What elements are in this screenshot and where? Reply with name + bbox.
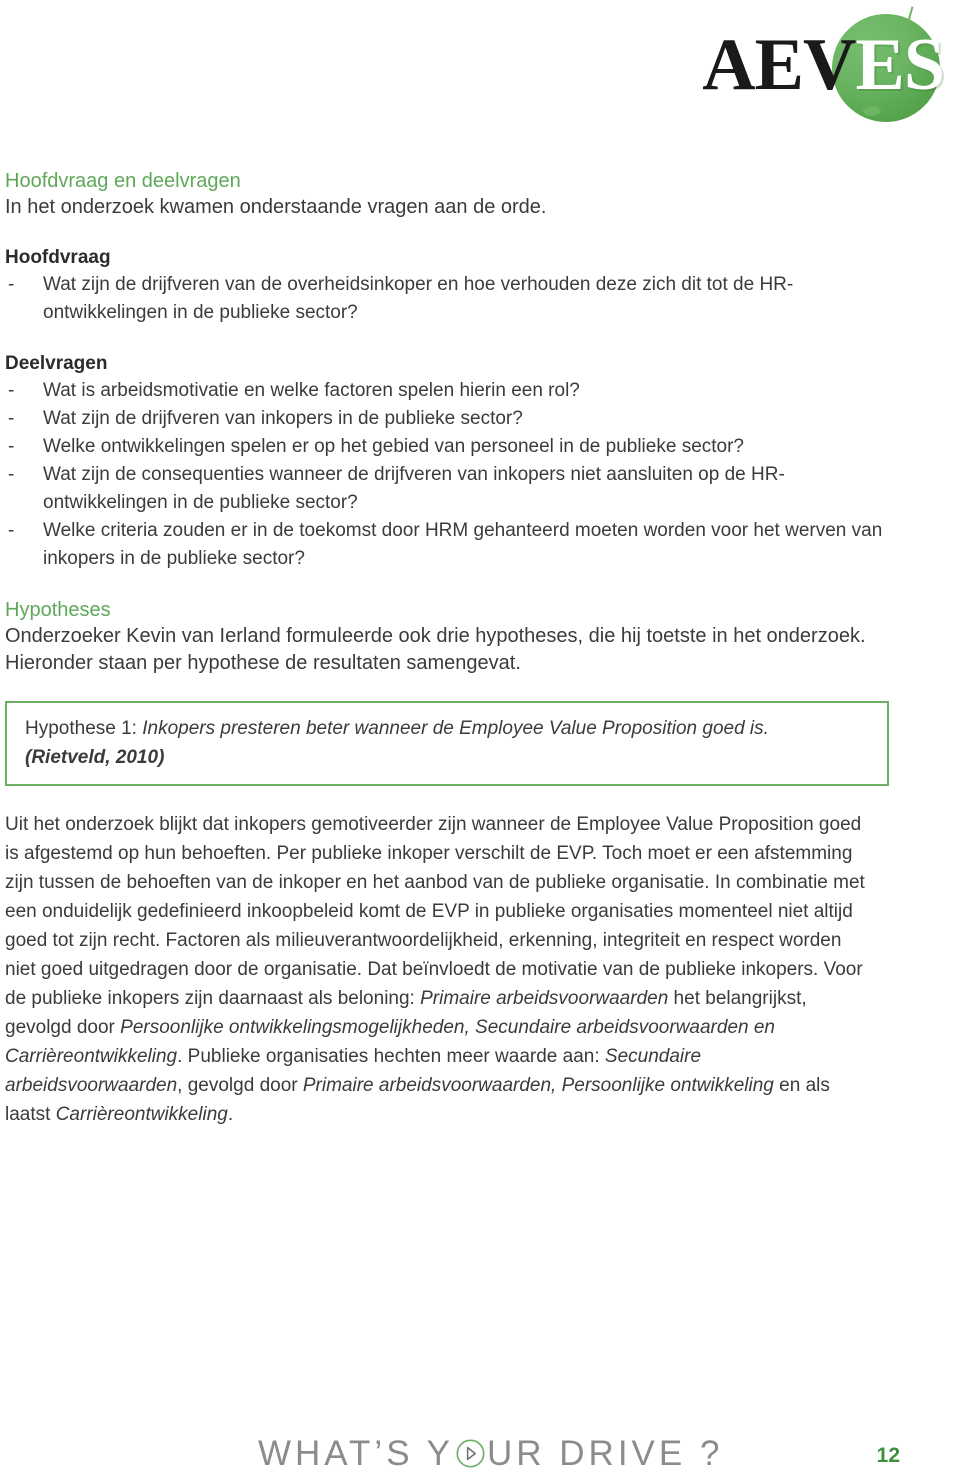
hypothesis-1-callout: Hypothese 1: Inkopers presteren beter wa…: [5, 701, 889, 786]
aeves-logo: AEVES: [672, 6, 952, 130]
document-content: Hoofdvraag en deelvragen In het onderzoe…: [5, 168, 893, 1129]
deelvragen-list: Wat is arbeidsmotivatie en welke factore…: [5, 377, 893, 573]
subheading-deelvragen: Deelvragen: [5, 353, 108, 374]
result-emphasis-1: Primaire arbeidsvoorwaarden: [420, 988, 669, 1009]
section-title-hypotheses: Hypotheses: [5, 599, 111, 621]
list-item: Welke ontwikkelingen spelen er op het ge…: [5, 433, 893, 461]
list-item: Wat zijn de drijfveren van de overheidsi…: [5, 271, 893, 327]
hypothesis-statement: Inkopers presteren beter wanneer de Empl…: [142, 718, 769, 739]
hypothesis-1-result-paragraph: Uit het onderzoek blijkt dat inkopers ge…: [5, 810, 865, 1129]
result-text-part-3: . Publieke organisaties hechten meer waa…: [177, 1046, 605, 1067]
logo-wordmark-light: ES: [855, 24, 945, 106]
hoofdvraag-list: Wat zijn de drijfveren van de overheidsi…: [5, 271, 893, 327]
logo-wordmark-dark: AEV: [702, 24, 856, 106]
logo-wordmark: AEVES: [702, 28, 945, 102]
subheading-hoofdvraag: Hoofdvraag: [5, 247, 111, 268]
section-title-hoofdvraag-en-deelvragen: Hoofdvraag en deelvragen: [5, 170, 241, 192]
tagline-after-icon-text: UR DRIVE ?: [487, 1434, 724, 1473]
hypothesis-citation: (Rietveld, 2010): [25, 747, 165, 768]
intro-line: In het onderzoek kwamen onderstaande vra…: [5, 196, 547, 218]
hypothesis-label: Hypothese 1:: [25, 718, 143, 739]
page-header: AEVES: [0, 0, 960, 150]
list-item: Wat zijn de consequenties wanneer de dri…: [5, 461, 893, 517]
page-footer: WHAT’S Y UR DRIVE ? 12: [0, 1412, 960, 1482]
list-item: Wat zijn de drijfveren van inkopers in d…: [5, 405, 893, 433]
footer-tagline: WHAT’S Y UR DRIVE ?: [258, 1434, 723, 1474]
result-text-part-1: Uit het onderzoek blijkt dat inkopers ge…: [5, 814, 865, 1009]
play-circle-icon: [455, 1438, 486, 1469]
hypotheses-intro: Onderzoeker Kevin van Ierland formuleerd…: [5, 625, 866, 674]
result-text-part-6: .: [227, 1104, 234, 1125]
page-number: 12: [876, 1444, 900, 1467]
result-emphasis-5: Carrièreontwikkeling: [55, 1104, 228, 1125]
list-item: Welke criteria zouden er in de toekomst …: [5, 517, 893, 573]
result-text-part-4: , gevolgd door: [177, 1075, 303, 1096]
result-emphasis-4: Primaire arbeidsvoorwaarden, Persoonlijk…: [302, 1075, 774, 1096]
list-item: Wat is arbeidsmotivatie en welke factore…: [5, 377, 893, 405]
tagline-before-icon-text: WHAT’S Y: [258, 1434, 454, 1473]
